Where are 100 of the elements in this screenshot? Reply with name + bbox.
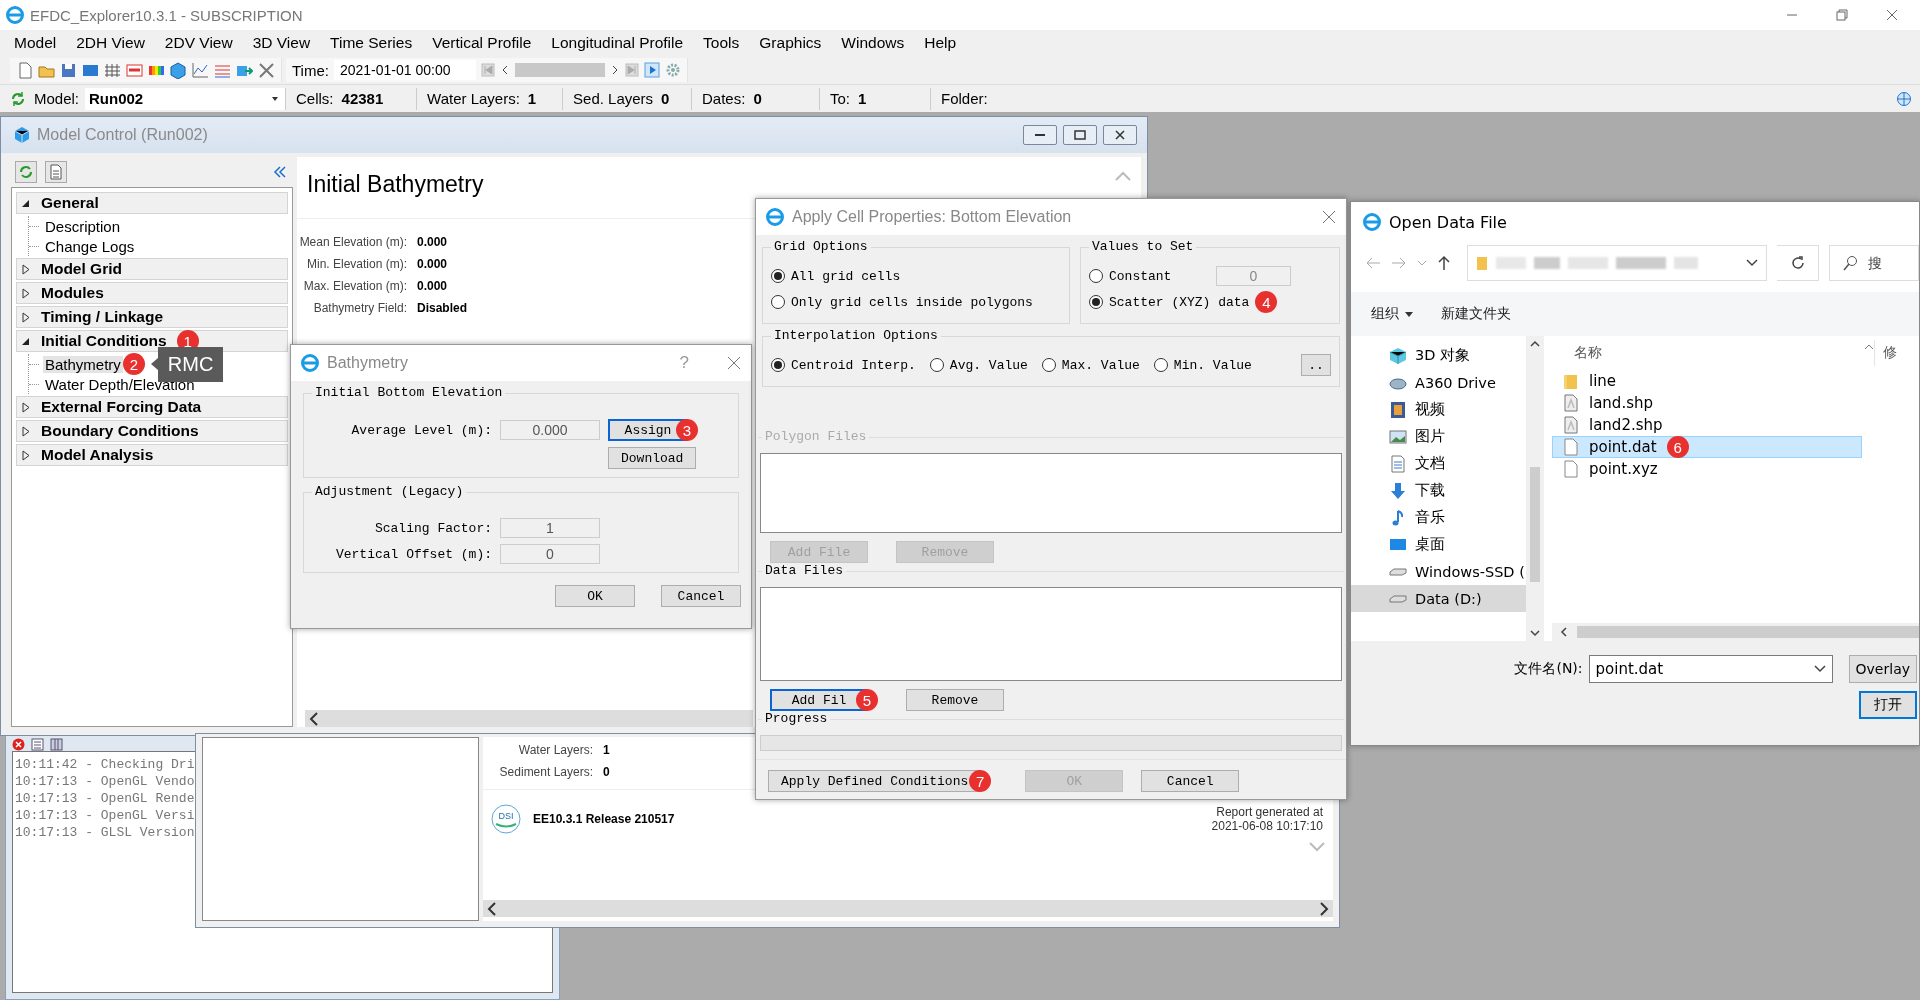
collapsed-arrow-icon[interactable] [21, 401, 31, 413]
menu-item[interactable]: Longitudinal Profile [541, 34, 694, 52]
refresh-button[interactable] [15, 161, 37, 183]
collapse-panel-icon[interactable] [273, 165, 287, 179]
restore-icon[interactable] [1836, 9, 1848, 21]
search-box[interactable]: 搜 [1829, 245, 1919, 281]
nav-item[interactable]: 视频 [1351, 396, 1526, 423]
vertical-scrollbar[interactable] [1526, 336, 1544, 641]
menu-item[interactable]: Help [914, 34, 967, 52]
remove-button[interactable]: Remove [906, 689, 1004, 711]
tree-item[interactable]: Change Logs [43, 237, 137, 255]
radio-button[interactable] [1041, 358, 1056, 372]
collapsed-arrow-icon[interactable] [21, 263, 31, 275]
time-scrollbar[interactable] [514, 63, 605, 77]
radio-button[interactable] [771, 358, 785, 372]
menu-item[interactable]: Vertical Profile [422, 34, 542, 52]
scrollbar-thumb[interactable] [1530, 467, 1540, 582]
nav-item[interactable]: 音乐 [1351, 504, 1526, 531]
forward-icon[interactable] [1391, 256, 1407, 270]
file-list[interactable] [760, 453, 1342, 533]
clear-icon[interactable] [12, 737, 25, 751]
nav-item[interactable]: 文档 [1351, 450, 1526, 477]
ok-button[interactable]: OK [555, 585, 635, 607]
nav-item[interactable]: 3D 对象 [1351, 342, 1526, 369]
collapsed-arrow-icon[interactable] [21, 311, 31, 323]
columns-icon[interactable] [50, 737, 63, 751]
menu-item[interactable]: 3D View [242, 34, 321, 52]
gear-icon[interactable] [664, 62, 681, 78]
minimize-button[interactable] [1023, 125, 1057, 145]
up-arrow-icon[interactable] [1437, 255, 1451, 271]
menu-item[interactable]: Windows [831, 34, 915, 52]
close-icon[interactable] [1886, 9, 1898, 21]
play-icon[interactable] [643, 62, 660, 78]
collapsed-arrow-icon[interactable] [21, 425, 31, 437]
save-icon[interactable] [60, 61, 77, 79]
time-field[interactable]: 2021-01-01 00:00 [333, 60, 476, 80]
file-name-field[interactable]: point.dat [1588, 655, 1833, 683]
model-dropdown[interactable]: Run002 [85, 87, 286, 110]
file-item[interactable]: point.xyz [1552, 458, 1862, 480]
nav-item[interactable]: Data (D:) [1351, 585, 1526, 612]
collapsed-arrow-icon[interactable] [21, 449, 31, 461]
cube-icon[interactable] [170, 61, 187, 79]
menu-item[interactable]: Time Series [320, 34, 423, 52]
column-header[interactable]: 修 [1874, 340, 1897, 366]
new-document-icon[interactable] [16, 61, 33, 79]
radio-button[interactable] [771, 269, 785, 283]
close-button[interactable] [1103, 125, 1137, 145]
horizontal-scrollbar[interactable] [305, 710, 753, 727]
horizontal-scrollbar[interactable] [1552, 623, 1919, 641]
radio-button[interactable] [929, 358, 944, 372]
menu-item[interactable]: Model [4, 34, 67, 52]
close-icon[interactable] [1322, 210, 1336, 224]
open-button[interactable]: 打开 [1859, 691, 1917, 719]
new-folder-button[interactable]: 新建文件夹 [1441, 305, 1511, 323]
menu-item[interactable]: Graphics [749, 34, 832, 52]
maximize-button[interactable] [1063, 125, 1097, 145]
radio-button[interactable] [1153, 358, 1168, 372]
list-icon[interactable] [31, 737, 44, 751]
refresh-icon[interactable] [10, 90, 26, 107]
menu-item[interactable]: 2DH View [66, 34, 155, 52]
download-button[interactable]: Download [608, 447, 697, 469]
tools-icon[interactable] [258, 61, 275, 79]
menu-item[interactable]: Tools [693, 34, 750, 52]
chevron-down-icon[interactable] [1417, 259, 1427, 267]
map-tile-icon[interactable] [126, 61, 143, 79]
search-field[interactable]: 搜 [1866, 254, 1900, 272]
more-button[interactable]: .. [1301, 354, 1331, 376]
value-field[interactable]: 1 [500, 518, 600, 538]
close-icon[interactable] [727, 356, 741, 370]
tree-item[interactable]: Description [43, 217, 123, 235]
value-field[interactable]: 0.000 [500, 420, 600, 440]
radio-button[interactable] [1089, 269, 1103, 283]
nav-item[interactable]: 桌面 [1351, 531, 1526, 558]
organize-menu[interactable]: 组织 [1371, 305, 1413, 323]
tree-group-item[interactable]: General [39, 194, 101, 212]
menu-item[interactable]: 2DV View [154, 34, 243, 52]
nav-item[interactable]: 下载 [1351, 477, 1526, 504]
nav-item[interactable]: A360 Drive [1351, 369, 1526, 396]
grid-icon[interactable] [104, 61, 121, 79]
collapsed-arrow-icon[interactable] [21, 287, 31, 299]
horizontal-scrollbar[interactable] [483, 900, 1333, 917]
back-icon[interactable] [1365, 256, 1381, 270]
radio-button[interactable] [771, 295, 785, 309]
file-list[interactable] [760, 587, 1342, 681]
file-item[interactable]: land.shp [1552, 392, 1862, 414]
column-header[interactable]: 名称 [1574, 344, 1602, 362]
file-item[interactable]: point.dat 6 [1552, 436, 1862, 458]
value-field[interactable]: 0 [500, 544, 600, 564]
tree-item[interactable]: Bathymetry [43, 355, 123, 373]
globe-icon[interactable] [1896, 90, 1912, 107]
cancel-button[interactable]: Cancel [661, 585, 741, 607]
nav-item[interactable]: 图片 [1351, 423, 1526, 450]
file-item[interactable]: land2.shp [1552, 414, 1862, 436]
nav-item[interactable]: Windows-SSD ( [1351, 558, 1526, 585]
report-button[interactable] [45, 161, 67, 183]
cancel-button[interactable]: Cancel [1141, 770, 1240, 792]
file-item[interactable]: line [1552, 370, 1862, 392]
overlay-button[interactable]: Overlay [1848, 655, 1917, 683]
line-chart-icon[interactable] [192, 61, 209, 79]
radio-button[interactable] [1089, 295, 1103, 309]
